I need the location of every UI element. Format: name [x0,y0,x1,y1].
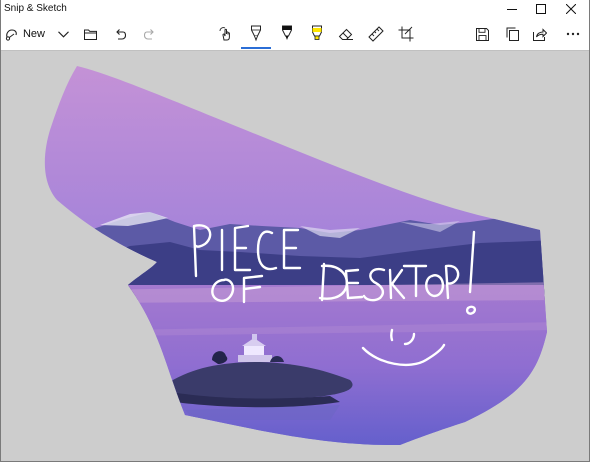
window-border-left [0,0,1,462]
landscape-photo [44,66,548,446]
snip-and-sketch-window: { "window": { "title": "Snip & Sketch" }… [0,0,590,462]
snip-image [44,66,548,446]
